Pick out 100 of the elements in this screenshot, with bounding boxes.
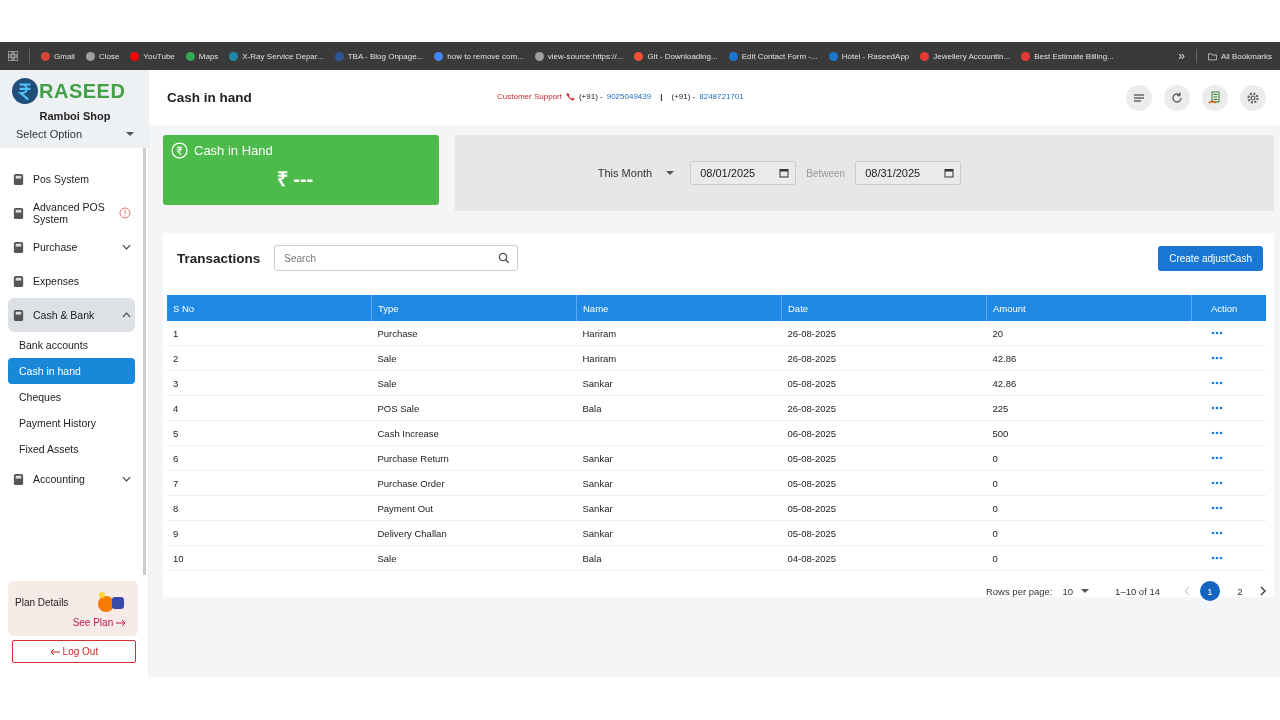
table-cell: 10 — [173, 552, 184, 564]
more-icon[interactable] — [1210, 531, 1223, 535]
sidebar-subitem[interactable]: Bank accounts — [8, 332, 135, 358]
table-cell: Hariram — [582, 327, 617, 339]
phone-link[interactable]: 8248721701 — [699, 92, 744, 101]
date-field[interactable]: 08/01/2025 — [690, 161, 797, 185]
date-field[interactable]: 08/31/2025 — [855, 161, 962, 185]
page-title: Cash in hand — [167, 90, 253, 105]
bookmark[interactable]: how to remove com... — [434, 51, 524, 61]
create-button[interactable]: Create adjustCash — [1158, 245, 1263, 271]
table-cell: 3 — [173, 377, 179, 389]
sidebar-item[interactable]: Expenses — [8, 264, 135, 298]
apps-icon[interactable] — [8, 51, 18, 61]
table-cell: Sankar — [582, 477, 613, 489]
bookmark[interactable]: Close — [85, 51, 120, 61]
alert-icon — [119, 207, 131, 219]
table-cell: 42.86 — [992, 352, 1017, 364]
more-icon[interactable] — [1210, 556, 1223, 560]
next-page-icon[interactable] — [1260, 586, 1266, 596]
phone-icon — [565, 92, 575, 101]
table-cell: Sankar — [582, 527, 613, 539]
cash-amount: ₹ --- — [275, 167, 315, 192]
table-cell: Bala — [582, 402, 602, 414]
search-icon — [498, 252, 511, 264]
sidebar-item[interactable]: Cash & Bank — [8, 298, 135, 332]
bookmark[interactable]: Edit Contact Form -... — [728, 51, 818, 61]
bookmark[interactable]: Maps — [185, 51, 219, 61]
column-header: S No — [167, 295, 372, 321]
bookmark[interactable]: YouTube — [130, 51, 175, 61]
rows-per-page-select[interactable]: 10 — [1062, 585, 1090, 597]
logout-button[interactable]: Log Out — [12, 640, 136, 663]
settings-button[interactable] — [1240, 84, 1266, 111]
column-header: Action — [1191, 295, 1266, 321]
more-icon[interactable] — [1210, 481, 1223, 485]
sidebar-subitem[interactable]: Cheques — [8, 384, 135, 410]
arrow-right-icon — [116, 619, 126, 628]
table-cell: 0 — [992, 527, 998, 539]
bookmark[interactable]: Best Estimate Billing... — [1021, 51, 1114, 61]
table-cell: Purchase Order — [377, 477, 445, 489]
bookmark[interactable]: X-Ray Service Depar... — [229, 51, 324, 61]
calendar-icon[interactable] — [944, 168, 955, 178]
more-icon[interactable] — [1210, 406, 1223, 410]
card-title: Cash in Hand — [194, 143, 273, 158]
table-cell: Payment Out — [377, 502, 433, 514]
menu-button[interactable] — [1126, 84, 1152, 111]
see-plan-link[interactable]: See Plan — [15, 617, 132, 628]
refresh-button[interactable] — [1164, 84, 1190, 111]
bookmark[interactable]: Jewellery Accountin... — [920, 51, 1011, 61]
more-icon[interactable] — [1210, 356, 1223, 360]
sidebar-subitem[interactable]: Cash in hand — [8, 358, 135, 384]
column-header: Type — [371, 295, 577, 321]
more-icon[interactable] — [1210, 456, 1223, 460]
more-icon[interactable] — [1210, 381, 1223, 385]
period-select[interactable]: This Month — [597, 167, 675, 179]
arrow-left-icon — [49, 648, 60, 657]
settings-icon — [1246, 90, 1260, 105]
page-button[interactable]: 2 — [1230, 581, 1250, 601]
bookmark[interactable]: Hotel - RaseedApp — [828, 51, 910, 61]
table-cell: 05-08-2025 — [787, 452, 837, 464]
calendar-icon[interactable] — [779, 168, 790, 178]
more-icon[interactable] — [1210, 431, 1223, 435]
separator: | — [660, 92, 663, 101]
list-button[interactable] — [1202, 84, 1228, 111]
table-cell: Delivery Challan — [377, 527, 447, 539]
sidebar-item[interactable]: Pos System — [8, 162, 135, 196]
page-button[interactable]: 1 — [1200, 581, 1220, 601]
shop-name: Ramboi Shop — [38, 110, 112, 122]
table-cell: 06-08-2025 — [787, 427, 837, 439]
sidebar-subitem[interactable]: Payment History — [8, 410, 135, 436]
table-cell: Sale — [377, 352, 397, 364]
phone-link[interactable]: 9025049439 — [606, 92, 652, 101]
bookmark[interactable]: TBA - Blog Onpage... — [334, 51, 424, 61]
all-bookmarks[interactable]: All Bookmarks — [1207, 51, 1272, 61]
table-cell: Sale — [377, 377, 397, 389]
sidebar-item[interactable]: Advanced POS System — [8, 196, 135, 230]
table-cell: 6 — [173, 452, 179, 464]
table-cell: 05-08-2025 — [787, 527, 837, 539]
table-cell: Bala — [582, 552, 602, 564]
table-cell: 05-08-2025 — [787, 377, 837, 389]
rupee-logo-icon — [12, 78, 38, 104]
table-cell: 4 — [173, 402, 179, 414]
table-cell: 0 — [992, 502, 998, 514]
table-cell: Purchase — [377, 327, 418, 339]
more-icon[interactable] — [1210, 506, 1223, 510]
phone-code: (+91) - — [578, 92, 603, 101]
sidebar-subitem[interactable]: Fixed Assets — [8, 436, 135, 462]
search-field[interactable]: Search — [274, 245, 519, 271]
bookmark[interactable]: Gmail — [41, 51, 75, 61]
shop-select[interactable]: Select Option — [12, 126, 138, 144]
page-range: 1–10 of 14 — [1115, 585, 1160, 597]
chevron-icon — [122, 244, 131, 250]
more-icon[interactable] — [1210, 331, 1223, 335]
more-bookmarks-button[interactable]: » — [1178, 49, 1185, 63]
bookmark[interactable]: Git - Downloading... — [634, 51, 718, 61]
sidebar-item[interactable]: Purchase — [8, 230, 135, 264]
bookmark[interactable]: view-source:https://... — [534, 51, 624, 61]
table-cell: 04-08-2025 — [787, 552, 837, 564]
table-cell: 0 — [992, 477, 998, 489]
table-cell: 26-08-2025 — [787, 402, 837, 414]
sidebar-item[interactable]: Accounting — [8, 462, 135, 496]
